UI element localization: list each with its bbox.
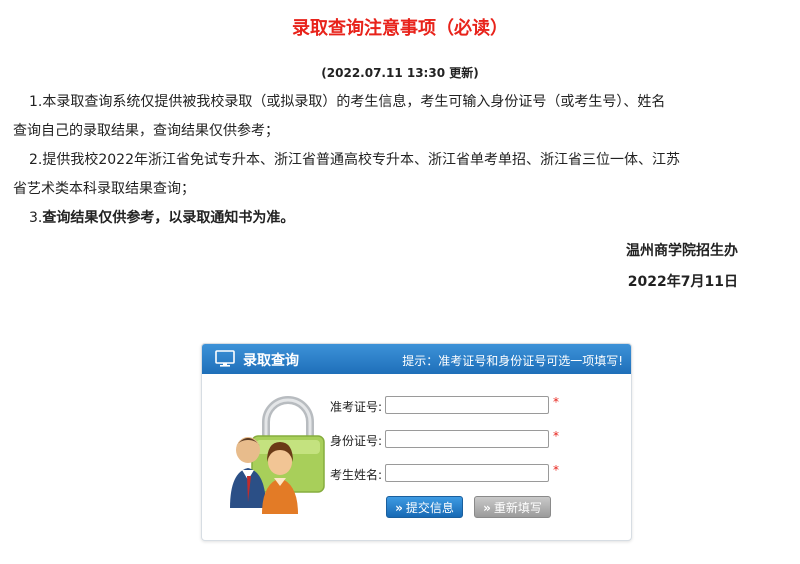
- submit-button[interactable]: » 提交信息: [386, 496, 463, 518]
- id-number-input[interactable]: [385, 430, 549, 448]
- id-number-label: 身份证号:: [329, 434, 382, 448]
- panel-hint: 提示：准考证号和身份证号可选一项填写!: [402, 354, 623, 368]
- panel-header: 录取查询 提示：准考证号和身份证号可选一项填写!: [202, 344, 631, 374]
- reset-button[interactable]: » 重新填写: [474, 496, 551, 518]
- notice-title: 录取查询注意事项（必读）: [292, 18, 508, 39]
- lock-users-illustration: [230, 396, 325, 514]
- double-arrow-icon: »: [483, 501, 491, 515]
- notice-item-1-line-2: 查询自己的录取结果，查询结果仅供参考；: [13, 123, 279, 139]
- name-label: 考生姓名:: [329, 468, 382, 482]
- notice-item-2-line-1: 2.提供我校2022年浙江省免试专升本、浙江省普通高校专升本、浙江省单考单招、浙…: [29, 152, 680, 168]
- notice-item-3: 3.查询结果仅供参考，以录取通知书为准。: [13, 204, 733, 233]
- notice-date: 2022年7月11日: [627, 274, 738, 290]
- required-marker: *: [553, 429, 559, 443]
- notice-item-3-text: 查询结果仅供参考，以录取通知书为准。: [42, 210, 295, 226]
- exam-number-label: 准考证号:: [329, 400, 382, 414]
- double-arrow-icon: »: [395, 501, 403, 515]
- reset-button-label: 重新填写: [493, 501, 542, 515]
- query-panel: 录取查询 提示：准考证号和身份证号可选一项填写! 准考证号: * 身份证号: *…: [201, 343, 632, 541]
- notice-item-1-line-1: 1.本录取查询系统仅提供被我校录取（或拟录取）的考生信息，考生可输入身份证号（或…: [29, 94, 666, 110]
- exam-number-input[interactable]: [385, 396, 549, 414]
- required-marker: *: [553, 463, 559, 477]
- notice-update-time: (2022.07.11 13:30 更新): [321, 66, 479, 80]
- notice-item-2-line-2: 省艺术类本科录取结果查询；: [13, 181, 195, 197]
- monitor-icon: [215, 350, 235, 367]
- panel-title: 录取查询: [243, 353, 299, 369]
- submit-button-label: 提交信息: [405, 501, 454, 515]
- name-input[interactable]: [385, 464, 549, 482]
- required-marker: *: [553, 395, 559, 409]
- org-name: 温州商学院招生办: [626, 243, 738, 259]
- notice-item-3-number: 3.: [29, 210, 43, 226]
- notice-body: 1.本录取查询系统仅提供被我校录取（或拟录取）的考生信息，考生可输入身份证号（或…: [13, 88, 733, 233]
